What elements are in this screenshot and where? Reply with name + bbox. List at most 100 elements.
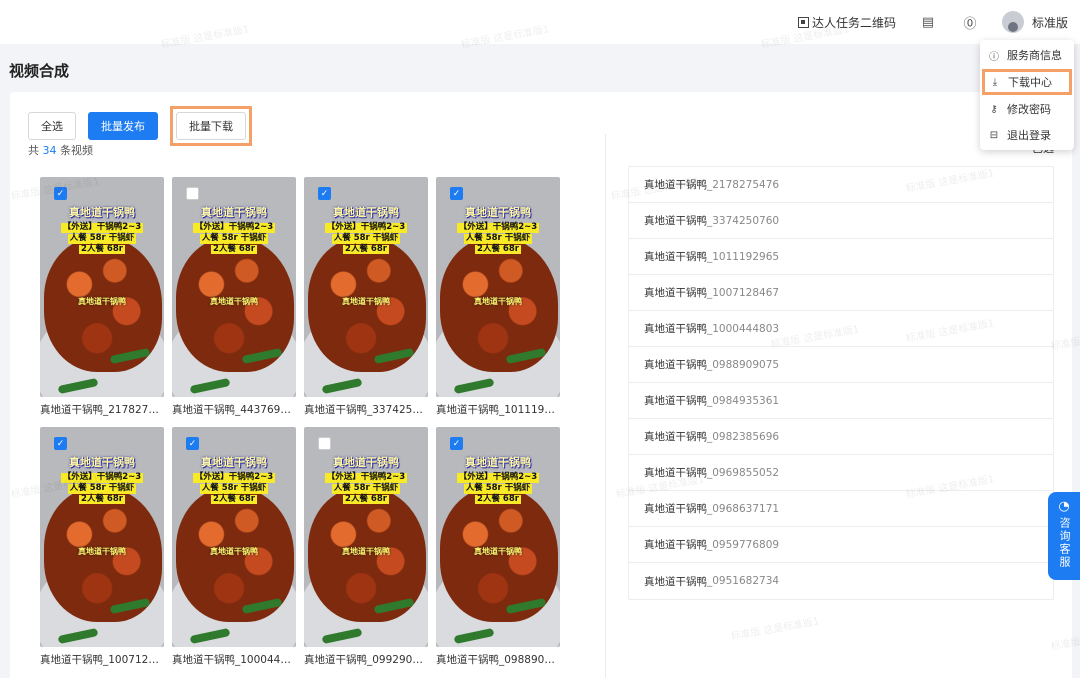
select-all-button[interactable]: 全选 <box>28 112 76 140</box>
thumbnail-caption-line: 人餐 58r 干锅虾 <box>199 232 269 244</box>
video-thumbnail[interactable]: ✓ 真地道干锅鸭 【外送】干锅鸭2~3 人餐 58r 干锅虾 2人餐 68r 真地道干锅鸭 <box>40 427 164 647</box>
video-card[interactable]: ✓ 真地道干锅鸭 【外送】干锅鸭2~3 人餐 58r 干锅虾 2人餐 68r 真地道干锅鸭… <box>172 427 296 667</box>
menu-item-logout[interactable]: ⊟ 退出登录 <box>980 122 1074 148</box>
top-bar: 达人任务二维码 ▤ ⓪ 标准版 <box>0 0 1080 44</box>
thumbnail-caption-sub: 【外送】干锅鸭2~3 人餐 58r 干锅虾 2人餐 68r <box>304 472 428 505</box>
thumbnail-caption-middle: 真地道干锅鸭 <box>474 297 522 306</box>
thumbnail-caption-line: 人餐 58r 干锅虾 <box>463 232 533 244</box>
video-checkbox[interactable]: ✓ <box>54 187 67 200</box>
video-card[interactable]: 真地道干锅鸭 【外送】干锅鸭2~3 人餐 58r 干锅虾 2人餐 68r 真地道干锅鸭真… <box>172 177 296 417</box>
thumbnail-caption-line: 人餐 58r 干锅虾 <box>463 482 533 494</box>
video-checkbox[interactable]: ✓ <box>450 437 463 450</box>
thumbnail-caption-middle: 真地道干锅鸭 <box>474 547 522 556</box>
page-title: 视频合成 <box>9 62 70 80</box>
download-icon: ⤓ <box>992 76 998 88</box>
selected-video-row[interactable]: 真地道干锅鸭 _3374250760 <box>629 203 1053 239</box>
selected-video-row[interactable]: 真地道干锅鸭 _0982385696 <box>629 419 1053 455</box>
video-name: 真地道干锅鸭_4437696... <box>172 404 296 416</box>
video-checkbox[interactable]: ✓ <box>54 437 67 450</box>
video-checkbox[interactable] <box>186 187 199 200</box>
menu-item-download-center[interactable]: ⤓ 下载中心 <box>982 69 1072 95</box>
video-name: 真地道干锅鸭_2178275... <box>40 404 164 416</box>
selected-video-row[interactable]: 真地道干锅鸭 _1000444803 <box>629 311 1053 347</box>
selected-video-code: _0969855052 <box>707 466 780 479</box>
video-thumbnail[interactable]: 真地道干锅鸭 【外送】干锅鸭2~3 人餐 58r 干锅虾 2人餐 68r 真地道干锅鸭 <box>172 177 296 397</box>
thumbnail-caption-middle: 真地道干锅鸭 <box>210 297 258 306</box>
selected-video-prefix: 真地道干锅鸭 <box>644 179 707 191</box>
menu-item-label: 退出登录 <box>1007 129 1051 142</box>
selected-video-code: _1011192965 <box>707 250 780 263</box>
thumbnail-caption-title: 真地道干锅鸭 <box>333 456 399 469</box>
info-circle-icon: ⓘ <box>989 51 999 63</box>
thumbnail-caption-sub: 【外送】干锅鸭2~3 人餐 58r 干锅虾 2人餐 68r <box>172 472 296 505</box>
selected-video-row[interactable]: 真地道干锅鸭 _0968637171 <box>629 491 1053 527</box>
video-thumbnail[interactable]: ✓ 真地道干锅鸭 【外送】干锅鸭2~3 人餐 58r 干锅虾 2人餐 68r 真地道干锅鸭 <box>436 177 560 397</box>
batch-download-button[interactable]: 批量下载 <box>176 112 246 140</box>
video-checkbox[interactable]: ✓ <box>450 187 463 200</box>
thumbnail-caption-middle: 真地道干锅鸭 <box>78 297 126 306</box>
video-card[interactable]: ✓ 真地道干锅鸭 【外送】干锅鸭2~3 人餐 58r 干锅虾 2人餐 68r 真地道干锅鸭… <box>40 427 164 667</box>
video-thumbnail[interactable]: ✓ 真地道干锅鸭 【外送】干锅鸭2~3 人餐 58r 干锅虾 2人餐 68r 真地道干锅鸭 <box>436 427 560 647</box>
qr-code-link[interactable]: 达人任务二维码 <box>797 14 896 31</box>
selected-video-code: _0988909075 <box>707 358 780 371</box>
selected-video-code: _0984935361 <box>707 394 780 407</box>
thumbnail-caption-title: 真地道干锅鸭 <box>465 206 531 219</box>
thumbnail-caption-line: 【外送】干锅鸭2~3 <box>456 472 540 483</box>
selected-video-row[interactable]: 真地道干锅鸭 _0984935361 <box>629 383 1053 419</box>
video-card[interactable]: ✓ 真地道干锅鸭 【外送】干锅鸭2~3 人餐 58r 干锅虾 2人餐 68r 真地道干锅鸭… <box>40 177 164 417</box>
video-thumbnail[interactable]: 真地道干锅鸭 【外送】干锅鸭2~3 人餐 58r 干锅虾 2人餐 68r 真地道干锅鸭 <box>304 427 428 647</box>
video-card[interactable]: ✓ 真地道干锅鸭 【外送】干锅鸭2~3 人餐 58r 干锅虾 2人餐 68r 真地道干锅鸭… <box>304 177 428 417</box>
selected-video-prefix: 真地道干锅鸭 <box>644 251 707 263</box>
selected-video-row[interactable]: 真地道干锅鸭 _1007128467 <box>629 275 1053 311</box>
qr-code-label: 达人任务二维码 <box>811 15 896 30</box>
video-checkbox[interactable]: ✓ <box>186 437 199 450</box>
selected-video-row[interactable]: 真地道干锅鸭 _2178275476 <box>629 167 1053 203</box>
qr-code-icon <box>797 16 809 28</box>
selected-video-code: _0968637171 <box>707 502 780 515</box>
selected-video-code: _1000444803 <box>707 322 780 335</box>
thumbnail-caption-line: 人餐 58r 干锅虾 <box>331 232 401 244</box>
menu-item-change-password[interactable]: ⚷ 修改密码 <box>980 96 1074 122</box>
thumbnail-caption-line: 2人餐 68r <box>211 493 257 505</box>
thumbnail-caption-line: 【外送】干锅鸭2~3 <box>324 472 408 483</box>
video-thumbnail[interactable]: ✓ 真地道干锅鸭 【外送】干锅鸭2~3 人餐 58r 干锅虾 2人餐 68r 真地道干锅鸭 <box>172 427 296 647</box>
thumbnail-caption-middle: 真地道干锅鸭 <box>78 547 126 556</box>
selected-video-prefix: 真地道干锅鸭 <box>644 215 707 227</box>
thumbnail-caption-middle: 真地道干锅鸭 <box>210 547 258 556</box>
selected-video-row[interactable]: 真地道干锅鸭 _0951682734 <box>629 563 1053 599</box>
thumbnail-caption-sub: 【外送】干锅鸭2~3 人餐 58r 干锅虾 2人餐 68r <box>40 472 164 505</box>
thumbnail-caption-title: 真地道干锅鸭 <box>201 206 267 219</box>
video-checkbox[interactable] <box>318 437 331 450</box>
video-thumbnail[interactable]: ✓ 真地道干锅鸭 【外送】干锅鸭2~3 人餐 58r 干锅虾 2人餐 68r 真地道干锅鸭 <box>40 177 164 397</box>
thumbnail-caption-line: 【外送】干锅鸭2~3 <box>324 222 408 233</box>
thumbnail-caption-line: 2人餐 68r <box>211 243 257 255</box>
video-card[interactable]: ✓ 真地道干锅鸭 【外送】干锅鸭2~3 人餐 58r 干锅虾 2人餐 68r 真地道干锅鸭… <box>436 427 560 667</box>
selected-video-prefix: 真地道干锅鸭 <box>644 575 707 588</box>
customer-service-button[interactable]: ◔ 咨询客服 <box>1048 492 1080 580</box>
thumbnail-caption-line: 人餐 58r 干锅虾 <box>67 232 137 244</box>
video-count-number: 34 <box>42 144 57 157</box>
thumbnail-caption-sub: 【外送】干锅鸭2~3 人餐 58r 干锅虾 2人餐 68r <box>40 222 164 255</box>
menu-item-service-info[interactable]: ⓘ 服务商信息 <box>980 42 1074 68</box>
panel-divider <box>605 134 606 678</box>
batch-publish-button[interactable]: 批量发布 <box>88 112 158 140</box>
toolbar: 全选 批量发布 批量下载 <box>28 106 252 146</box>
selected-video-prefix: 真地道干锅鸭 <box>644 359 707 371</box>
thumbnail-caption-middle: 真地道干锅鸭 <box>342 297 390 306</box>
user-menu-trigger[interactable]: 标准版 <box>1001 11 1068 33</box>
thumbnail-caption-title: 真地道干锅鸭 <box>201 456 267 469</box>
thumbnail-caption-middle: 真地道干锅鸭 <box>342 547 390 556</box>
thumbnail-caption-line: 2人餐 68r <box>475 243 521 255</box>
question-circle-icon[interactable]: ⓪ <box>960 12 980 32</box>
selected-video-row[interactable]: 真地道干锅鸭 _0959776809 <box>629 527 1053 563</box>
video-checkbox[interactable]: ✓ <box>318 187 331 200</box>
selected-video-row[interactable]: 真地道干锅鸭 _1011192965 <box>629 239 1053 275</box>
selected-video-row[interactable]: 真地道干锅鸭 _0969855052 <box>629 455 1053 491</box>
video-thumbnail[interactable]: ✓ 真地道干锅鸭 【外送】干锅鸭2~3 人餐 58r 干锅虾 2人餐 68r 真地道干锅鸭 <box>304 177 428 397</box>
video-card[interactable]: 真地道干锅鸭 【外送】干锅鸭2~3 人餐 58r 干锅虾 2人餐 68r 真地道干锅鸭真… <box>304 427 428 667</box>
video-card[interactable]: ✓ 真地道干锅鸭 【外送】干锅鸭2~3 人餐 58r 干锅虾 2人餐 68r 真地道干锅鸭… <box>436 177 560 417</box>
message-icon[interactable]: ▤ <box>918 12 938 32</box>
selected-video-row[interactable]: 真地道干锅鸭 _0988909075 <box>629 347 1053 383</box>
menu-item-label: 服务商信息 <box>1007 49 1062 62</box>
logout-icon: ⊟ <box>989 129 999 141</box>
